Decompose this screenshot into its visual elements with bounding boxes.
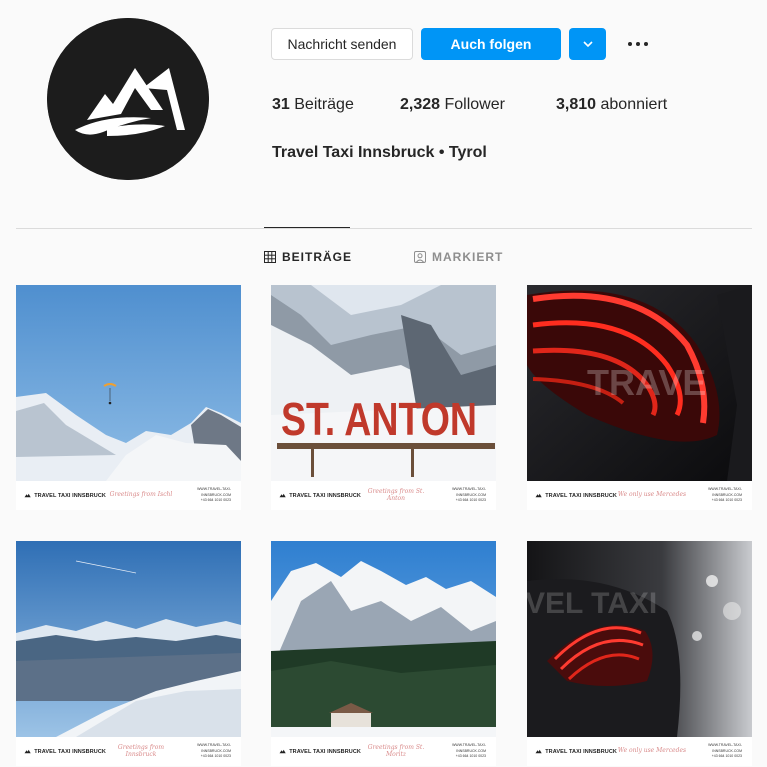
- grid-icon: [264, 251, 276, 263]
- greeting-text: We only use Mercedes: [617, 491, 687, 499]
- following-count-label: abonniert: [600, 96, 668, 113]
- mountain-logo-icon: [535, 749, 542, 754]
- post-footer-banner: TRAVEL TAXI INNSBRUCK Greetings from St.…: [271, 737, 496, 766]
- post-footer-banner: TRAVEL TAXI INNSBRUCK We only use Merced…: [527, 737, 752, 766]
- tabs-divider: [16, 228, 752, 229]
- post-image: VEL TAXI: [527, 541, 752, 737]
- followers-count-label: Follower: [444, 96, 505, 113]
- brand-logo: TRAVEL TAXI INNSBRUCK: [24, 491, 106, 500]
- sign-text: ST. ANTON: [281, 393, 477, 445]
- brand-name: TRAVEL TAXI INNSBRUCK: [289, 748, 361, 755]
- post-image: [271, 541, 496, 737]
- contact-website: WWW.TRAVEL-TAXI-INNSBRUCK.COM: [452, 487, 486, 497]
- greeting-text: We only use Mercedes: [617, 747, 687, 755]
- posts-count-label: Beiträge: [294, 96, 354, 113]
- contact-info: WWW.TRAVEL-TAXI-INNSBRUCK.COM +43 664 10…: [687, 487, 742, 504]
- post-footer-banner: TRAVEL TAXI INNSBRUCK Greetings from Inn…: [16, 737, 241, 766]
- message-button[interactable]: Nachricht senden: [271, 28, 413, 60]
- mountain-logo-icon: [535, 493, 542, 498]
- following-count[interactable]: 3,810 abonniert: [556, 96, 667, 114]
- contact-website: WWW.TRAVEL-TAXI-INNSBRUCK.COM: [452, 743, 486, 753]
- posts-count-value: 31: [272, 96, 290, 113]
- followers-count[interactable]: 2,328 Follower: [400, 96, 505, 114]
- follow-button[interactable]: Auch folgen: [421, 28, 561, 60]
- greeting-text: Greetings from Ischl: [109, 491, 173, 499]
- contact-info: WWW.TRAVEL-TAXI-INNSBRUCK.COM +43 664 10…: [687, 743, 742, 760]
- post-tile[interactable]: TRAVEL TAXI INNSBRUCK Greetings from St.…: [271, 541, 496, 766]
- post-tile[interactable]: ST. ANTON TRAVEL TAXI INNSBRUCK Greeting…: [271, 285, 496, 510]
- contact-info: WWW.TRAVEL-TAXI-INNSBRUCK.COM +43 664 10…: [431, 743, 486, 760]
- post-tile[interactable]: TRAVEL TAXI INNSBRUCK Greetings from Inn…: [16, 541, 241, 766]
- contact-website: WWW.TRAVEL-TAXI-INNSBRUCK.COM: [708, 743, 742, 753]
- tab-posts-label: BEITRÄGE: [282, 250, 353, 264]
- contact-info: WWW.TRAVEL-TAXI-INNSBRUCK.COM +43 664 10…: [176, 487, 231, 504]
- post-image: [16, 541, 241, 737]
- suggested-dropdown-button[interactable]: [569, 28, 606, 60]
- brand-logo: TRAVEL TAXI INNSBRUCK: [279, 747, 361, 756]
- brand-name: TRAVEL TAXI INNSBRUCK: [34, 492, 106, 499]
- contact-phone: +43 664 1010 0023: [200, 498, 231, 503]
- more-options-icon[interactable]: [622, 33, 654, 55]
- watermark-text: VEL TAXI: [527, 587, 657, 620]
- dot: [628, 42, 632, 46]
- contact-info: WWW.TRAVEL-TAXI-INNSBRUCK.COM +43 664 10…: [431, 487, 486, 504]
- following-count-value: 3,810: [556, 96, 597, 113]
- mountain-logo-icon: [24, 493, 31, 498]
- post-footer-banner: TRAVEL TAXI INNSBRUCK Greetings from St.…: [271, 481, 496, 510]
- tab-tagged-label: MARKIERT: [432, 250, 504, 264]
- post-tile[interactable]: TRAVEL TAXI INNSBRUCK Greetings from Isc…: [16, 285, 241, 510]
- mountain-logo-icon: [24, 749, 31, 754]
- brand-name: TRAVEL TAXI INNSBRUCK: [545, 492, 617, 499]
- greeting-text: Greetings from St. Anton: [367, 487, 425, 502]
- contact-phone: +43 664 1010 0023: [455, 754, 486, 759]
- post-footer-banner: TRAVEL TAXI INNSBRUCK We only use Merced…: [527, 481, 752, 510]
- mountain-logo-icon: [279, 749, 286, 754]
- watermark-text: TRAVE: [587, 362, 706, 403]
- tagged-user-icon: [414, 251, 426, 263]
- tab-posts[interactable]: BEITRÄGE: [264, 250, 352, 264]
- contact-phone: +43 664 1010 0023: [200, 754, 231, 759]
- mountain-logo-icon: [47, 18, 209, 180]
- post-image: ST. ANTON: [271, 285, 496, 481]
- contact-website: WWW.TRAVEL-TAXI-INNSBRUCK.COM: [197, 743, 231, 753]
- contact-website: WWW.TRAVEL-TAXI-INNSBRUCK.COM: [708, 487, 742, 497]
- brand-logo: TRAVEL TAXI INNSBRUCK: [535, 747, 617, 756]
- active-tab-indicator: [264, 227, 350, 228]
- greeting-text: Greetings from St. Moritz: [367, 743, 425, 758]
- contact-phone: +43 664 1010 0023: [711, 498, 742, 503]
- tab-tagged[interactable]: MARKIERT: [414, 250, 503, 264]
- greeting-text: Greetings from Innsbruck: [117, 743, 165, 758]
- posts-count: 31 Beiträge: [272, 96, 354, 114]
- post-image: TRAVE: [527, 285, 752, 481]
- dot: [644, 42, 648, 46]
- mountain-logo-icon: [279, 493, 286, 498]
- brand-logo: TRAVEL TAXI INNSBRUCK: [24, 747, 106, 756]
- post-image: [16, 285, 241, 481]
- profile-full-name: Travel Taxi Innsbruck • Tyrol: [272, 144, 487, 161]
- contact-info: WWW.TRAVEL-TAXI-INNSBRUCK.COM +43 664 10…: [176, 743, 231, 760]
- post-footer-banner: TRAVEL TAXI INNSBRUCK Greetings from Isc…: [16, 481, 241, 510]
- profile-avatar[interactable]: [47, 18, 209, 180]
- dot: [636, 42, 640, 46]
- brand-name: TRAVEL TAXI INNSBRUCK: [34, 748, 106, 755]
- contact-website: WWW.TRAVEL-TAXI-INNSBRUCK.COM: [197, 487, 231, 497]
- contact-phone: +43 664 1010 0023: [455, 498, 486, 503]
- post-tile[interactable]: TRAVE TRAVEL TAXI INNSBRUCK We only use …: [527, 285, 752, 510]
- followers-count-value: 2,328: [400, 96, 441, 113]
- brand-logo: TRAVEL TAXI INNSBRUCK: [535, 491, 617, 500]
- brand-name: TRAVEL TAXI INNSBRUCK: [545, 748, 617, 755]
- chevron-down-icon: [582, 41, 593, 48]
- contact-phone: +43 664 1010 0023: [711, 754, 742, 759]
- brand-name: TRAVEL TAXI INNSBRUCK: [289, 492, 361, 499]
- brand-logo: TRAVEL TAXI INNSBRUCK: [279, 491, 361, 500]
- post-tile[interactable]: VEL TAXI TRAVEL TAXI INNSBRUCK We only u…: [527, 541, 752, 766]
